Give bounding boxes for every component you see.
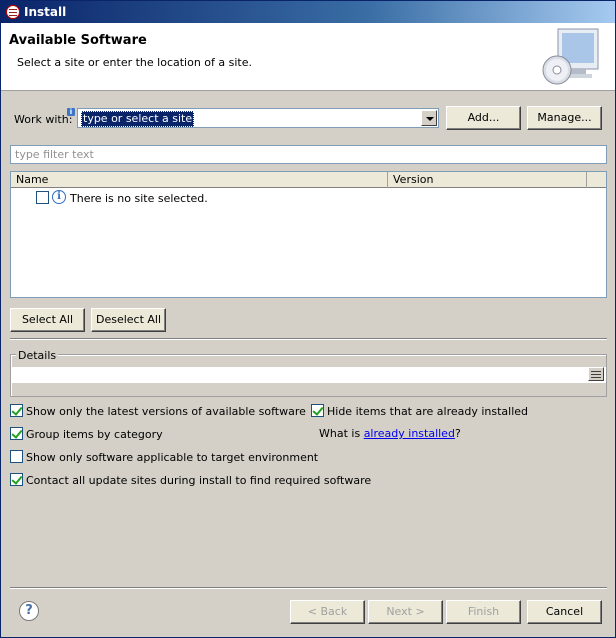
details-more-icon[interactable] — [588, 367, 604, 381]
window-title: Install — [24, 5, 67, 19]
cancel-button[interactable]: Cancel — [527, 600, 602, 624]
table-header: Name Version — [11, 172, 606, 188]
select-all-button[interactable]: Select All — [10, 308, 85, 332]
back-button[interactable]: < Back — [290, 600, 365, 624]
hide-installed-label: Hide items that are already installed — [327, 405, 529, 418]
column-header-version[interactable]: Version — [388, 172, 587, 188]
page-description: Select a site or enter the location of a… — [17, 56, 253, 69]
work-with-label: Work with: — [14, 113, 73, 126]
applicable-only-checkbox[interactable] — [10, 450, 23, 463]
deselect-all-button[interactable]: Deselect All — [91, 308, 166, 332]
filter-input[interactable] — [11, 146, 606, 163]
what-is-prefix: What is — [319, 427, 364, 440]
what-is-suffix: ? — [454, 427, 461, 440]
install-dialog: Install Available Software Select a site… — [0, 0, 616, 638]
add-site-button[interactable]: Add... — [446, 106, 521, 130]
next-button[interactable]: Next > — [368, 600, 443, 624]
eclipse-icon — [6, 5, 20, 19]
info-icon: i — [52, 190, 66, 204]
footer-separator — [10, 587, 607, 589]
finish-button[interactable]: Finish — [446, 600, 521, 624]
show-latest-checkbox[interactable] — [10, 404, 23, 417]
work-with-combo[interactable]: type or select a site — [77, 108, 439, 128]
page-title: Available Software — [9, 33, 147, 48]
manage-sites-button[interactable]: Manage... — [527, 106, 602, 130]
chevron-down-icon[interactable] — [421, 110, 437, 126]
hide-installed-checkbox[interactable] — [311, 404, 324, 417]
help-icon[interactable]: ? — [19, 601, 39, 621]
already-installed-link[interactable]: already installed — [364, 427, 455, 440]
table-row[interactable]: i There is no site selected. — [11, 189, 606, 207]
row-name: There is no site selected. — [70, 192, 208, 205]
details-label: Details — [16, 349, 59, 362]
row-checkbox[interactable] — [36, 191, 49, 204]
title-bar: Install — [1, 1, 615, 23]
install-cd-monitor-icon — [542, 28, 599, 85]
details-text — [11, 367, 606, 383]
filter-field[interactable] — [10, 145, 607, 164]
software-table[interactable]: Name Version i There is no site selected… — [10, 171, 607, 298]
group-by-category-checkbox[interactable] — [10, 427, 23, 440]
separator — [10, 338, 607, 340]
what-is-installed-text: What is already installed? — [319, 427, 461, 440]
show-latest-label: Show only the latest versions of availab… — [26, 405, 306, 418]
contact-all-sites-checkbox[interactable] — [10, 473, 23, 486]
work-with-value[interactable]: type or select a site — [81, 111, 195, 127]
column-header-name[interactable]: Name — [11, 172, 388, 188]
group-by-category-label: Group items by category — [26, 428, 163, 441]
applicable-only-label: Show only software applicable to target … — [26, 451, 319, 464]
contact-all-sites-label: Contact all update sites during install … — [26, 474, 372, 487]
wizard-banner: Available Software Select a site or ente… — [1, 23, 615, 91]
info-icon: i — [67, 108, 75, 116]
details-group: Details — [10, 349, 607, 397]
